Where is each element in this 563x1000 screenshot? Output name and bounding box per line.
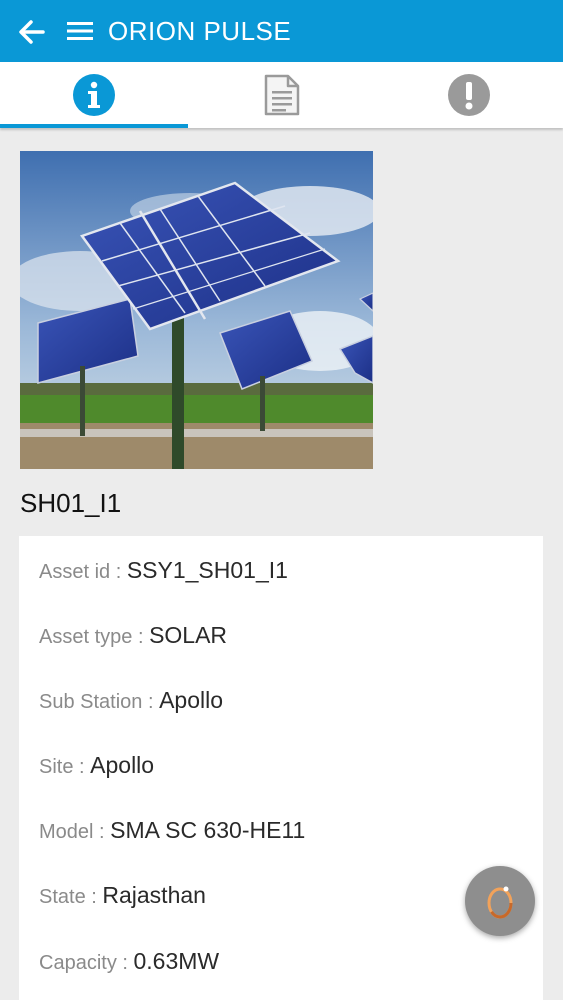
- tab-alerts[interactable]: [375, 62, 562, 128]
- active-tab-indicator: [0, 124, 188, 128]
- field-value: SMA SC 630-HE11: [110, 817, 306, 843]
- field-value: Rajasthan: [102, 882, 206, 908]
- field-state: State : Rajasthan: [39, 882, 206, 909]
- field-separator: :: [110, 561, 127, 583]
- field-separator: :: [116, 952, 134, 974]
- field-separator: :: [73, 756, 91, 778]
- field-value: SSY1_SH01_I1: [126, 557, 288, 583]
- field-site: Site : Apollo: [39, 752, 154, 779]
- tab-bar: [0, 62, 563, 128]
- asset-name: SH01_I1: [20, 488, 122, 518]
- field-value: Apollo: [159, 687, 224, 713]
- field-label: State: [39, 886, 86, 908]
- app-bar: ORION PULSE: [0, 0, 563, 62]
- field-value: 0.63MW: [133, 948, 220, 974]
- info-icon: [72, 74, 115, 116]
- field-value: Apollo: [90, 752, 155, 778]
- field-model: Model : SMA SC 630-HE11: [39, 817, 305, 844]
- floating-action-button[interactable]: [465, 866, 535, 936]
- field-separator: :: [142, 691, 160, 713]
- field-separator: :: [85, 886, 103, 908]
- field-label: Capacity: [39, 952, 117, 974]
- alert-icon: [447, 74, 490, 116]
- tab-info[interactable]: [0, 62, 187, 128]
- field-label: Model: [39, 821, 94, 843]
- back-arrow-icon[interactable]: [18, 19, 46, 45]
- loading-ring-icon: [487, 886, 513, 919]
- field-asset-id: Asset id : SSY1_SH01_I1: [39, 557, 288, 584]
- field-value: SOLAR: [149, 622, 228, 648]
- asset-photo: [20, 151, 373, 469]
- tab-document[interactable]: [188, 62, 375, 128]
- field-label: Sub Station: [39, 691, 143, 713]
- app-title: ORION PULSE: [108, 16, 292, 46]
- field-asset-type: Asset type : SOLAR: [39, 622, 227, 649]
- document-icon: [264, 74, 299, 116]
- asset-details-card: Asset id : SSY1_SH01_I1 Asset type : SOL…: [19, 536, 543, 1000]
- field-label: Asset type: [39, 626, 133, 648]
- field-label: Site: [39, 756, 74, 778]
- field-label: Asset id: [39, 561, 111, 583]
- field-sub-station: Sub Station : Apollo: [39, 687, 223, 714]
- field-separator: :: [132, 626, 150, 648]
- field-separator: :: [93, 821, 111, 843]
- field-capacity: Capacity : 0.63MW: [39, 948, 219, 975]
- hamburger-menu-icon[interactable]: [66, 19, 94, 43]
